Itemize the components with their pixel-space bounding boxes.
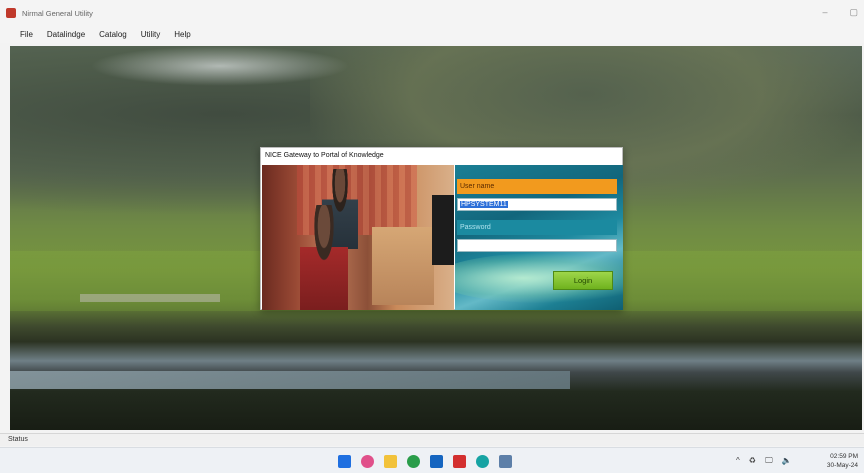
chevron-up-icon[interactable]: ^ <box>736 456 740 466</box>
farm-building <box>80 294 220 302</box>
children-photo <box>262 165 454 310</box>
login-button[interactable]: Login <box>553 271 613 290</box>
menu-utility[interactable]: Utility <box>141 30 161 39</box>
app-icon <box>6 8 16 18</box>
menu-help[interactable]: Help <box>174 30 190 39</box>
menu-datalindge[interactable]: Datalindge <box>47 30 85 39</box>
sync-icon[interactable]: ♻ <box>749 456 756 466</box>
username-value: HPSYSTEM11 <box>460 201 508 208</box>
child-figure-front <box>300 205 348 310</box>
status-bar: Status <box>0 433 864 446</box>
cardboard-box <box>372 227 434 305</box>
system-tray: ^ ♻ 🖵 🔈 <box>736 456 792 466</box>
copilot-icon[interactable] <box>361 455 374 468</box>
chrome-icon[interactable] <box>407 455 420 468</box>
window-title: Nirmal General Utility <box>22 8 93 18</box>
menu-bar: File Datalindge Catalog Utility Help <box>0 26 864 43</box>
clock-date: 30-May-24 <box>826 462 858 469</box>
taskbar-icons <box>338 455 512 468</box>
login-panel: User name HPSYSTEM11 Password Login <box>455 165 623 310</box>
window-controls: – ▢ <box>822 7 858 18</box>
taskbar: ^ ♻ 🖵 🔈 02:59 PM 30-May-24 <box>0 447 864 473</box>
maximize-icon[interactable]: ▢ <box>849 7 858 18</box>
file-explorer-icon[interactable] <box>384 455 397 468</box>
login-dialog: NICE Gateway to Portal of Knowledge User… <box>260 147 623 310</box>
mist-cloud <box>90 46 350 86</box>
clock[interactable]: 02:59 PM 30-May-24 <box>827 452 858 470</box>
username-input[interactable]: HPSYSTEM11 <box>457 198 617 211</box>
clock-time: 02:59 PM <box>830 453 858 460</box>
display-icon[interactable]: 🖵 <box>765 456 773 466</box>
outlook-icon[interactable] <box>430 455 443 468</box>
window-titlebar: Nirmal General Utility – ▢ <box>0 0 864 26</box>
menu-file[interactable]: File <box>20 30 33 39</box>
computer-monitor <box>432 195 454 265</box>
edge-icon[interactable] <box>476 455 489 468</box>
password-input[interactable] <box>457 239 617 252</box>
windows-start-icon[interactable] <box>338 455 351 468</box>
password-label: Password <box>457 220 617 235</box>
menu-catalog[interactable]: Catalog <box>99 30 127 39</box>
minimize-icon[interactable]: – <box>822 7 827 18</box>
lake <box>10 371 570 389</box>
volume-icon[interactable]: 🔈 <box>782 456 792 466</box>
notepad-icon[interactable] <box>499 455 512 468</box>
username-label: User name <box>457 179 617 194</box>
acrobat-icon[interactable] <box>453 455 466 468</box>
dialog-title: NICE Gateway to Portal of Knowledge <box>261 148 622 164</box>
